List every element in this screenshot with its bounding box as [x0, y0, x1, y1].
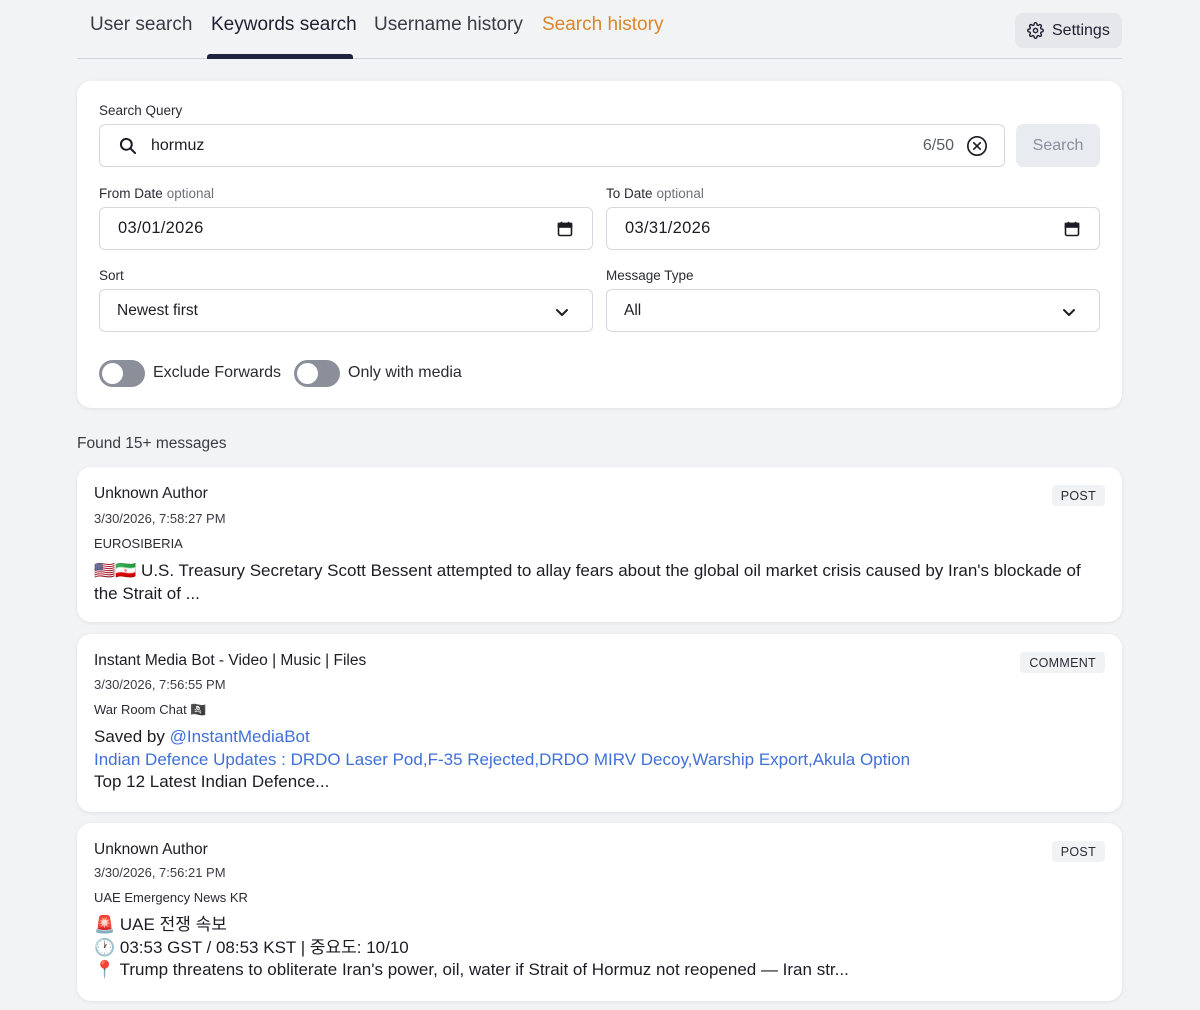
from-date-label: From Date optional — [99, 186, 215, 201]
sort-select-value: Newest first — [117, 301, 198, 319]
message-author: Instant Media Bot - Video | Music | File… — [94, 652, 367, 669]
tab-keywords-search[interactable]: Keywords search — [211, 14, 357, 36]
mention-link[interactable]: @InstantMediaBot — [170, 727, 310, 746]
exclude-forwards-toggle[interactable] — [99, 360, 145, 387]
to-date-label: To Date optional — [606, 186, 704, 201]
tab-bar: User search Keywords search Username his… — [77, 0, 1122, 59]
search-input-value: hormuz — [151, 136, 205, 154]
chevron-down-icon — [556, 309, 568, 316]
active-tab-indicator — [207, 54, 353, 59]
results-count: Found 15+ messages — [77, 435, 227, 452]
message-text: 🇺🇸🇮🇷 U.S. Treasury Secretary Scott Besse… — [94, 561, 1081, 603]
message-channel: UAE Emergency News KR — [94, 890, 248, 905]
message-text: Saved by @InstantMediaBot Indian Defence… — [94, 726, 1100, 794]
tab-username-history[interactable]: Username history — [374, 14, 523, 36]
message-card[interactable]: Instant Media Bot - Video | Music | File… — [77, 634, 1122, 812]
search-input[interactable]: hormuz 6/50 — [99, 124, 1005, 167]
gear-icon — [1027, 22, 1044, 39]
calendar-icon[interactable] — [1064, 221, 1080, 237]
message-type-select[interactable]: All — [606, 289, 1100, 332]
sort-label: Sort — [99, 268, 124, 283]
only-media-toggle[interactable] — [294, 360, 340, 387]
message-card[interactable]: Unknown Author 3/30/2026, 7:58:27 PM EUR… — [77, 467, 1122, 622]
tab-search-history[interactable]: Search history — [542, 14, 663, 36]
message-type-badge: POST — [1051, 841, 1105, 862]
settings-label: Settings — [1052, 21, 1110, 39]
to-date-field[interactable]: 03/31/2026 — [606, 207, 1100, 250]
message-type-badge: POST — [1051, 485, 1105, 506]
message-type-value: All — [624, 301, 642, 319]
tab-user-search[interactable]: User search — [90, 14, 192, 36]
message-type-label: Message Type — [606, 268, 694, 283]
message-time: 3/30/2026, 7:56:21 PM — [94, 865, 226, 880]
message-author: Unknown Author — [94, 485, 208, 502]
message-time: 3/30/2026, 7:58:27 PM — [94, 511, 226, 526]
message-channel: EUROSIBERIA — [94, 536, 183, 551]
search-form-card: Search Query hormuz 6/50 Search From Dat… — [77, 81, 1122, 408]
search-icon — [119, 137, 137, 155]
message-type-badge: COMMENT — [1020, 652, 1105, 673]
character-count: 6/50 — [922, 136, 954, 154]
message-card[interactable]: Unknown Author 3/30/2026, 7:56:21 PM UAE… — [77, 823, 1122, 1001]
clear-icon[interactable] — [966, 135, 988, 157]
settings-button[interactable]: Settings — [1015, 13, 1122, 48]
exclude-forwards-label: Exclude Forwards — [153, 364, 282, 381]
search-button[interactable]: Search — [1016, 124, 1100, 167]
message-author: Unknown Author — [94, 841, 208, 858]
message-channel: War Room Chat 🏴‍☠️ — [94, 702, 207, 717]
sort-select[interactable]: Newest first — [99, 289, 593, 332]
to-date-value: 03/31/2026 — [625, 219, 711, 237]
message-text: 🚨 UAE 전쟁 속보 🕐 03:53 GST / 08:53 KST | 중요… — [94, 915, 849, 979]
calendar-icon[interactable] — [557, 221, 573, 237]
chevron-down-icon — [1063, 309, 1075, 316]
message-time: 3/30/2026, 7:56:55 PM — [94, 677, 226, 692]
from-date-value: 03/01/2026 — [118, 219, 204, 237]
from-date-field[interactable]: 03/01/2026 — [99, 207, 593, 250]
search-query-label: Search Query — [99, 103, 183, 118]
only-media-label: Only with media — [348, 364, 462, 381]
message-link[interactable]: Indian Defence Updates : DRDO Laser Pod,… — [94, 749, 1100, 772]
